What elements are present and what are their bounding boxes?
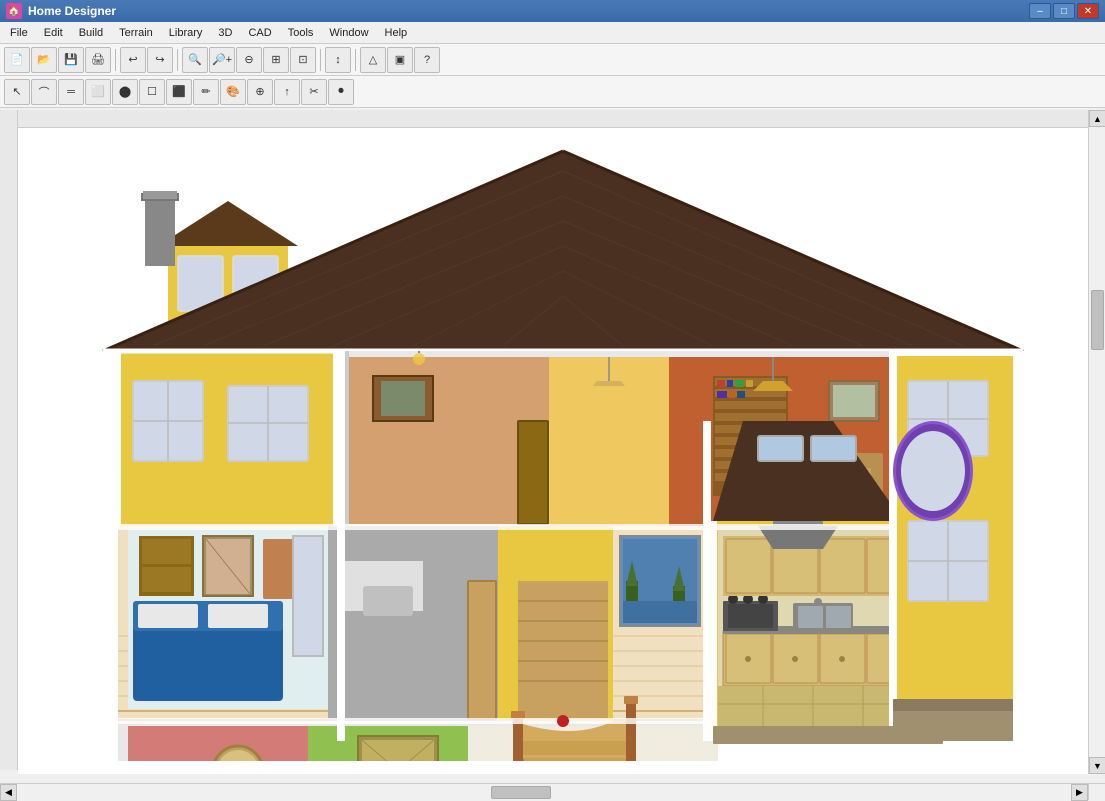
- menu-item-library[interactable]: Library: [161, 25, 211, 41]
- draw-button-snip[interactable]: ✂: [301, 79, 327, 105]
- menu-item-file[interactable]: File: [2, 25, 36, 41]
- menu-item-edit[interactable]: Edit: [36, 25, 71, 41]
- toolbar-separator: [320, 49, 321, 71]
- draw-button-cabinet[interactable]: ⬛: [166, 79, 192, 105]
- toolbar-draw: ↖⌒═⬜⬤☐⬛✏🎨⊕↑✂⏺: [0, 76, 1105, 108]
- toolbar-button-open[interactable]: 📂: [31, 47, 57, 73]
- menu-item-build[interactable]: Build: [71, 25, 111, 41]
- toolbar-button-redo[interactable]: ↪: [147, 47, 173, 73]
- toolbar-main: 📄📂💾🖨 ↩↪ 🔍🔎+⊖⊞⊡ ↕ △▣?: [0, 44, 1105, 76]
- top-ruler: [18, 110, 1088, 128]
- toolbar-button-fit-all[interactable]: ⊞: [263, 47, 289, 73]
- app-title: Home Designer: [28, 4, 1029, 18]
- draw-button-arc[interactable]: ⌒: [31, 79, 57, 105]
- maximize-button[interactable]: □: [1053, 3, 1075, 19]
- draw-button-wall[interactable]: ═: [58, 79, 84, 105]
- scroll-thumb-horizontal[interactable]: [491, 786, 551, 799]
- toolbar-separator: [115, 49, 116, 71]
- toolbar-button-up[interactable]: △: [360, 47, 386, 73]
- toolbar-button-fit-select[interactable]: ⊡: [290, 47, 316, 73]
- menu-item-tools[interactable]: Tools: [280, 25, 322, 41]
- scroll-corner: [1088, 783, 1105, 800]
- draw-button-draw[interactable]: ✏: [193, 79, 219, 105]
- toolbar-button-zoom-out[interactable]: 🔍: [182, 47, 208, 73]
- scrollbar-bottom: ◀ ▶: [0, 783, 1088, 800]
- toolbar-separator: [177, 49, 178, 71]
- toolbar-button-undo[interactable]: ↩: [120, 47, 146, 73]
- draw-button-select[interactable]: ↖: [4, 79, 30, 105]
- toolbar-button-help[interactable]: ?: [414, 47, 440, 73]
- menu-bar: FileEditBuildTerrainLibrary3DCADToolsWin…: [0, 22, 1105, 44]
- house-svg: [73, 141, 1033, 761]
- house-view: [18, 128, 1088, 774]
- draw-button-room[interactable]: ⬜: [85, 79, 111, 105]
- toolbar-separator: [355, 49, 356, 71]
- menu-item-window[interactable]: Window: [321, 25, 376, 41]
- scroll-up-button[interactable]: ▲: [1089, 110, 1105, 127]
- app-icon: 🏠: [6, 3, 22, 19]
- minimize-button[interactable]: –: [1029, 3, 1051, 19]
- menu-item-3d[interactable]: 3D: [210, 25, 240, 41]
- menu-item-cad[interactable]: CAD: [240, 25, 279, 41]
- canvas-area[interactable]: [18, 128, 1088, 774]
- draw-button-door[interactable]: ⬤: [112, 79, 138, 105]
- toolbar-button-measure[interactable]: ↕: [325, 47, 351, 73]
- draw-button-window[interactable]: ☐: [139, 79, 165, 105]
- scroll-thumb-vertical[interactable]: [1091, 290, 1104, 350]
- toolbar-button-plan[interactable]: ▣: [387, 47, 413, 73]
- draw-button-misc[interactable]: ⊕: [247, 79, 273, 105]
- scroll-right-button[interactable]: ▶: [1071, 784, 1088, 801]
- window-controls: – □ ✕: [1029, 3, 1099, 19]
- scroll-left-button[interactable]: ◀: [0, 784, 17, 801]
- scrollbar-right: ▲ ▼: [1088, 110, 1105, 774]
- toolbar-button-zoom-in[interactable]: 🔎+: [209, 47, 235, 73]
- toolbar-button-new[interactable]: 📄: [4, 47, 30, 73]
- scroll-down-button[interactable]: ▼: [1089, 757, 1105, 774]
- draw-button-color[interactable]: 🎨: [220, 79, 246, 105]
- scroll-track-horizontal: [17, 784, 1071, 800]
- title-bar: 🏠 Home Designer – □ ✕: [0, 0, 1105, 22]
- menu-item-terrain[interactable]: Terrain: [111, 25, 161, 41]
- left-ruler: [0, 110, 18, 770]
- draw-button-record[interactable]: ⏺: [328, 79, 354, 105]
- toolbar-button-print[interactable]: 🖨: [85, 47, 111, 73]
- close-button[interactable]: ✕: [1077, 3, 1099, 19]
- draw-button-up-arrow[interactable]: ↑: [274, 79, 300, 105]
- toolbar-button-zoom-minus[interactable]: ⊖: [236, 47, 262, 73]
- menu-item-help[interactable]: Help: [377, 25, 416, 41]
- toolbar-button-save[interactable]: 💾: [58, 47, 84, 73]
